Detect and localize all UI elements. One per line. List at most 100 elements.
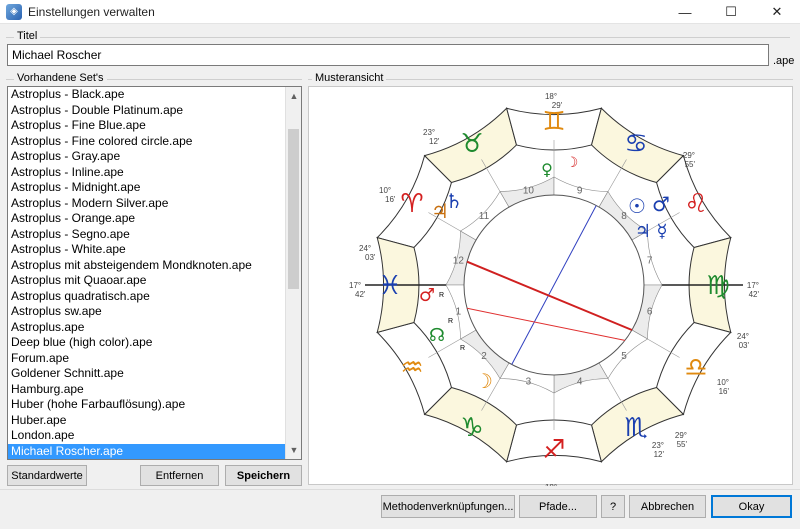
cusp-minute-label: 12' [429,137,440,146]
house-number: 2 [481,351,487,362]
house-number: 12 [453,255,465,266]
set-list-item[interactable]: Astroplus - Fine colored circle.ape [8,134,287,150]
house-number: 4 [577,377,583,388]
house-number: 3 [526,377,532,388]
cusp-minute-label: 03' [365,253,376,262]
set-list-item[interactable]: Deep blue (high color).ape [8,335,287,351]
set-list-item[interactable]: Astroplus - Fine Blue.ape [8,118,287,134]
remove-button[interactable]: Entfernen [140,465,219,486]
extension-label: .ape [773,55,795,67]
sets-listbox[interactable]: Astroplus - Black.ape Astroplus - Double … [7,86,302,460]
sets-group-label: Vorhandene Set's [14,72,107,84]
title-input[interactable] [7,44,769,66]
set-list-item[interactable]: Astroplus - Orange.ape [8,211,287,227]
set-list-item[interactable]: Astroplus - Black.ape [8,87,287,103]
maximize-button[interactable]: ☐ [708,0,754,24]
cusp-degree-label: 18° [545,483,557,486]
window-controls: — ☐ ✕ [662,0,800,24]
set-list-item[interactable]: Astroplus mit absteigendem Mondknoten.ap… [8,258,287,274]
horoscope-chart: ♈♉♊♋♌♍♎♏♐♑♒♓123 456789101112♃♄♀ ☽☉ ♂♃ ☿♂☊☽RR… [349,92,760,501]
zodiac-sign-icon: ♑ [460,413,483,443]
cusp-degree-label: 24° [359,244,371,253]
cusp-minute-label: 42' [355,290,366,299]
set-list-item[interactable]: Astroplus quadratisch.ape [8,289,287,305]
zodiac-sign-icon: ♏ [624,413,647,443]
app-icon: ◈ [6,3,22,20]
set-list-item[interactable]: Michael Roscher.ape [8,443,287,459]
planet-icon: ☊ [429,325,445,346]
set-list-item[interactable]: Huber.ape [8,413,287,429]
set-list-item[interactable]: Astroplus - White.ape [8,242,287,258]
set-list-item[interactable]: Goldener Schnitt.ape [8,366,287,382]
set-list-item[interactable]: Astroplus.ape [8,320,287,336]
cusp-minute-label: 55' [685,160,696,169]
title-group-line [6,37,790,38]
close-button[interactable]: ✕ [754,0,800,24]
cancel-button[interactable]: Abbrechen [629,495,706,518]
house-number: 5 [621,351,627,362]
cusp-degree-label: 10° [379,186,391,195]
set-list-item[interactable]: Astroplus sw.ape [8,304,287,320]
cusp-minute-label: 03' [739,341,750,350]
retrograde-mark: R [460,345,465,352]
set-list-item[interactable]: Forum.ape [8,351,287,367]
house-number: 11 [479,211,490,222]
retrograde-mark: R [448,318,453,325]
planet-icon: ♂ [419,285,435,306]
set-list-item[interactable]: Astroplus - Double Platinum.ape [8,103,287,119]
set-list-item[interactable]: Astroplus - Gray.ape [8,149,287,165]
set-list-item[interactable]: Astroplus - Midnight.ape [8,180,287,196]
cusp-degree-label: 29° [675,431,687,440]
zodiac-sign-icon: ♐ [542,435,565,465]
cusp-minute-label: 16' [385,195,396,204]
paths-button[interactable]: Pfade... [519,495,597,518]
cusp-minute-label: 42' [749,290,760,299]
retrograde-mark: R [439,292,444,299]
preview-panel: ♈ ♉ ♊ ♋ ♌ ♍ ♎ ♏ ♐ ♑ ♒ ♓ 1 2 3 4 5 6 7 8 9 10 11 12 ♃ ♄ ♀ ☽ ☉ ♂ ♃ ☿ ♂ ☊ ☽ R R… [308,86,793,501]
house-number: 6 [647,307,653,318]
house-number: 8 [621,211,627,222]
house-number: 1 [456,307,462,318]
zodiac-sign-icon: ♈ [400,189,423,219]
preview-group-label: Musteransicht [312,72,387,84]
set-list-item[interactable]: Astroplus mit Quaoar.ape [8,273,287,289]
zodiac-sign-icon: ♓ [378,271,401,301]
cusp-minute-label: 16' [719,387,730,396]
set-list-item[interactable]: Astroplus - Modern Silver.ape [8,196,287,212]
planet-icon: ♀ [541,160,553,179]
scroll-down-icon[interactable]: ▼ [286,442,301,458]
window-title: Einstellungen verwalten [28,4,155,19]
minimize-button[interactable]: — [662,0,708,24]
set-list-item[interactable]: London.ape [8,428,287,444]
cusp-degree-label: 23° [423,128,435,137]
title-group-label: Titel [14,30,41,42]
planet-icon: ♃ [635,221,651,242]
planet-icon: ♄ [445,189,463,213]
planet-icon: ☉ [628,194,646,218]
help-button[interactable]: ? [601,495,625,518]
planet-icon: ♂ [652,192,670,216]
scroll-thumb[interactable] [288,129,299,289]
save-button[interactable]: Speichern [225,465,302,486]
sets-list: Astroplus - Black.ape Astroplus - Double … [8,87,287,459]
scroll-up-icon[interactable]: ▲ [286,88,301,104]
zodiac-sign-icon: ♌ [684,189,707,219]
planet-icon: ☽ [566,155,579,171]
set-list-item[interactable]: Hamburg.ape [8,382,287,398]
set-list-item[interactable]: Huber (hohe Farbauflösung).ape [8,397,287,413]
zodiac-sign-icon: ♋ [624,129,647,159]
cusp-degree-label: 29° [683,151,695,160]
ok-button[interactable]: Okay [711,495,792,518]
cusp-degree-label: 10° [717,378,729,387]
list-scrollbar[interactable]: ▲ ▼ [285,87,301,459]
zodiac-sign-icon: ♒ [400,353,423,383]
set-list-item[interactable]: Astroplus - Inline.ape [8,165,287,181]
cusp-degree-label: 24° [737,332,749,341]
cusp-degree-label: 17° [349,281,361,290]
house-number: 7 [647,255,653,266]
method-links-button[interactable]: Methodenverknüpfungen... [381,495,515,518]
house-number: 9 [577,185,583,196]
zodiac-sign-icon: ♍ [706,271,729,301]
defaults-button[interactable]: Standardwerte [7,465,87,486]
set-list-item[interactable]: Astroplus - Segno.ape [8,227,287,243]
